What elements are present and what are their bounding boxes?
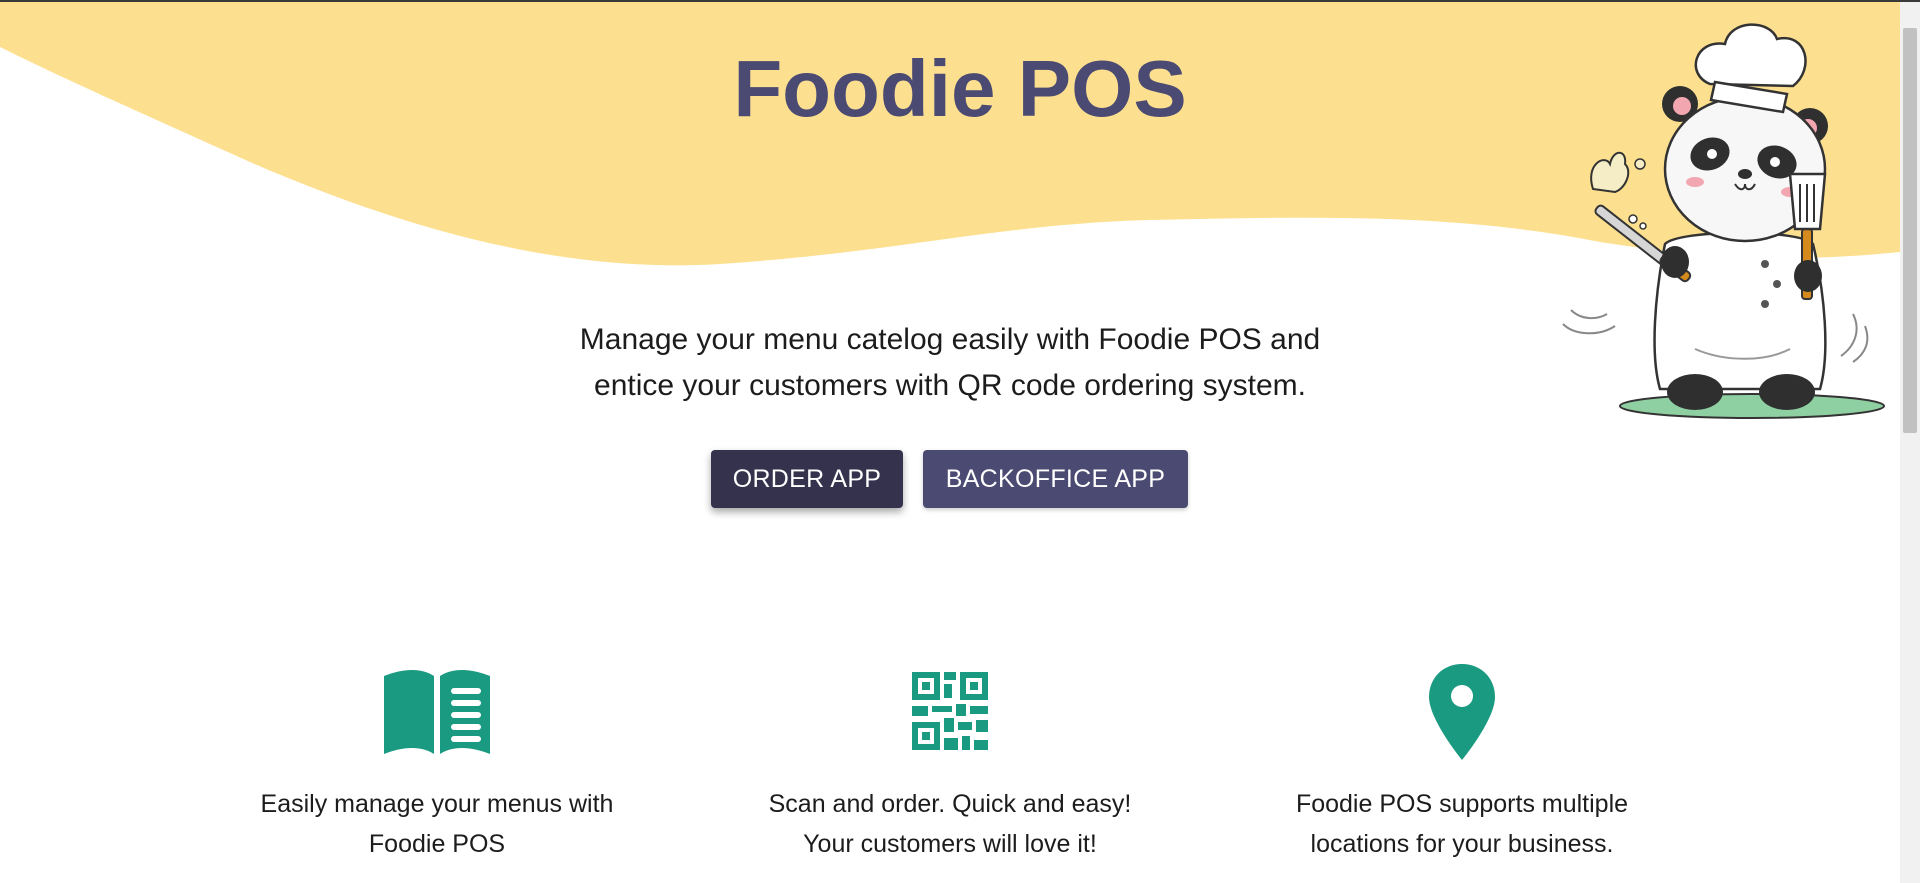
panda-chef-mascot-illustration [1562,23,1885,419]
menu-book-icon [384,670,490,754]
hero-tagline-line-1: Manage your menu catelog easily with Foo… [579,323,1321,356]
feature-multi-location: Foodie POS supports multiple locations f… [1242,662,1682,864]
location-pin-icon [1429,664,1495,760]
feature-menu-management-line-2: Foodie POS [368,830,506,858]
order-app-button[interactable]: ORDER APP [711,450,903,508]
feature-menu-management: Easily manage your menus with Foodie POS [217,662,657,864]
feature-multi-location-line-2: locations for your business. [1310,830,1614,858]
feature-multi-location-line-1: Foodie POS supports multiple [1295,790,1629,818]
hero-tagline-line-2: entice your customers with QR code order… [594,369,1306,402]
qr-code-icon [912,672,988,750]
hero-tagline: Manage your menu catelog easily with Foo… [500,317,1400,409]
feature-qr-ordering-line-2: Your customers will love it! [803,830,1097,858]
backoffice-app-button[interactable]: BACKOFFICE APP [923,450,1188,508]
feature-menu-management-text: Easily manage your menus with Foodie POS [217,784,657,864]
scrollbar-thumb[interactable] [1903,28,1917,433]
feature-multi-location-text: Foodie POS supports multiple locations f… [1242,784,1682,864]
page-scrollbar[interactable] [1900,2,1920,883]
feature-qr-ordering-text: Scan and order. Quick and easy! Your cus… [730,784,1170,864]
landing-page: Foodie POS Manage your menu catelog easi… [0,0,1920,883]
feature-menu-management-line-1: Easily manage your menus with [260,790,614,818]
feature-qr-ordering-line-1: Scan and order. Quick and easy! [768,790,1132,818]
feature-qr-ordering: Scan and order. Quick and easy! Your cus… [730,662,1170,864]
